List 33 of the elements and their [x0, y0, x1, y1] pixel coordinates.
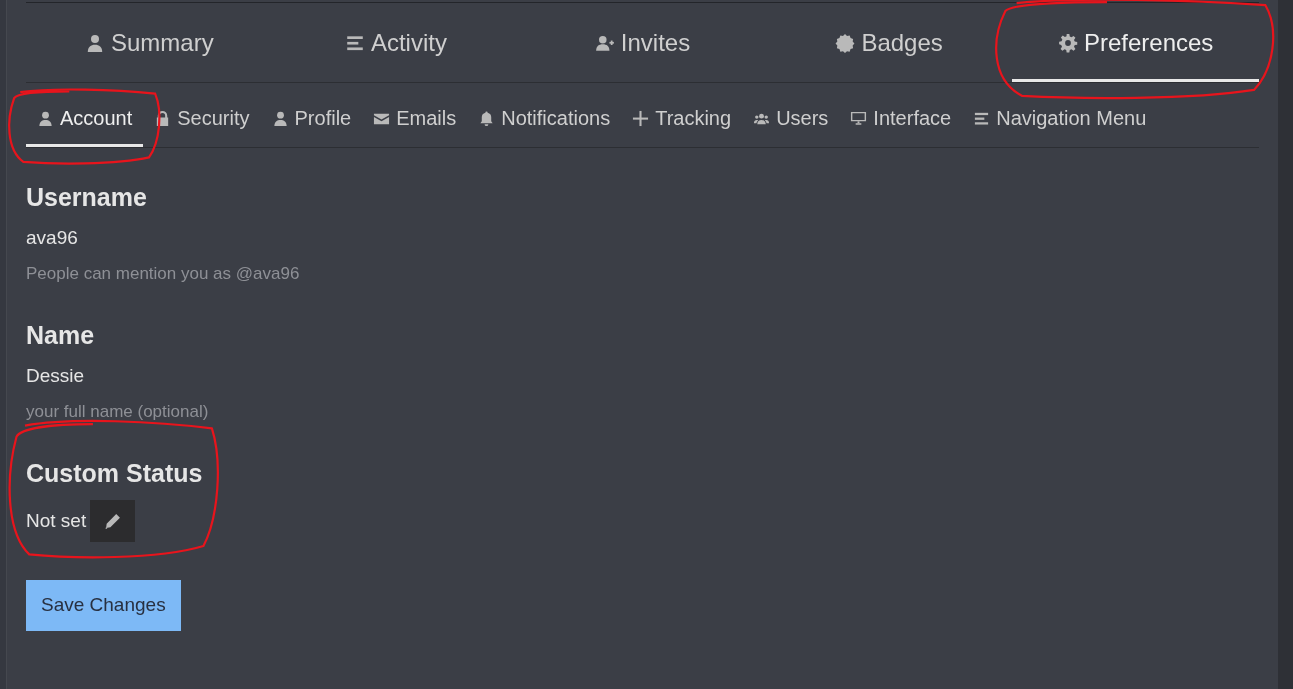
help-text: People can mention you as @ava96	[26, 262, 301, 285]
section-tab[interactable]: Invites	[519, 3, 766, 82]
subsection-tab[interactable]: Users	[742, 93, 840, 147]
settings-icon	[1057, 33, 1078, 53]
section-tab[interactable]: Activity	[272, 3, 520, 82]
seal-icon	[835, 33, 856, 53]
subsection-tab[interactable]: Notifications	[467, 93, 622, 147]
subsection-tab[interactable]: Profile	[260, 93, 363, 147]
subsection-tab[interactable]: Emails	[362, 93, 468, 147]
section-heading: Username	[26, 182, 148, 212]
list-icon	[344, 33, 365, 53]
monitor-icon	[850, 109, 868, 127]
status-value: Not set	[26, 508, 87, 533]
subsection-tab[interactable]: Security	[143, 93, 261, 147]
field-value: Dessie	[26, 364, 86, 388]
plus-icon	[632, 109, 650, 127]
section-heading: Name	[26, 320, 96, 350]
help-text: your full name (optional)	[26, 400, 210, 423]
section-tab[interactable]: Badges	[765, 3, 1013, 82]
subsection-tab[interactable]: Account	[26, 93, 144, 147]
subsection-tab[interactable]: Navigation Menu	[962, 93, 1158, 147]
section-heading: Custom Status	[26, 458, 203, 488]
subsection-tab[interactable]: Interface	[839, 93, 963, 147]
subsection-tab[interactable]: Tracking	[621, 93, 743, 147]
edit-button[interactable]	[90, 500, 136, 542]
user-icon	[37, 109, 54, 127]
field-value: ava96	[26, 226, 79, 250]
user-plus-icon	[594, 33, 615, 53]
pencil-icon	[104, 512, 122, 530]
user-icon	[271, 109, 289, 127]
section-tab[interactable]: Preferences	[1012, 3, 1259, 82]
section-tab[interactable]: Summary	[26, 3, 273, 82]
save-changes-button[interactable]: Save Changes	[26, 580, 181, 631]
